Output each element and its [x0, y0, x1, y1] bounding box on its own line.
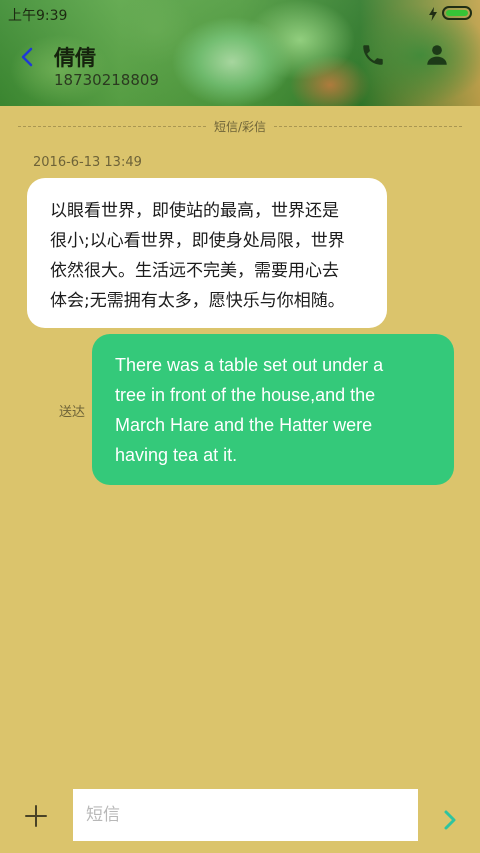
message-input[interactable]: [73, 789, 418, 841]
message-line: 体会;无需拥有太多，愿快乐与你相随。: [50, 291, 345, 311]
status-bar: 上午9:39: [0, 0, 480, 28]
person-icon: [427, 45, 447, 65]
thread-type-divider: 短信/彩信: [18, 116, 463, 136]
message-line: 依然很大。生活远不完美，需要用心去: [50, 261, 339, 281]
message-line: March Hare and the Hatter were: [115, 415, 373, 435]
contact-info-button[interactable]: [424, 42, 452, 70]
message-line: having tea at it.: [115, 445, 238, 465]
contact-name: 倩倩: [54, 46, 96, 70]
message-line: tree in front of the house,and the: [115, 385, 376, 405]
send-button[interactable]: [436, 804, 464, 836]
delivery-status: 送达: [59, 405, 86, 420]
back-button[interactable]: [10, 40, 44, 74]
divider-line-right: [274, 125, 463, 127]
divider-line-left: [18, 125, 206, 127]
outgoing-message-bubble[interactable]: There was a table set out under a tree i…: [92, 334, 454, 485]
incoming-message-bubble[interactable]: 以眼看世界，即使站的最高，世界还是 很小;以心看世界，即使身处局限，世界 依然很…: [27, 178, 387, 328]
status-time: 上午9:39: [8, 8, 68, 24]
message-line: 以眼看世界，即使站的最高，世界还是: [50, 201, 339, 221]
charging-bolt-icon: [428, 6, 438, 25]
contact-number: 18730218809: [54, 71, 159, 89]
add-attachment-button[interactable]: [22, 802, 50, 830]
thread-type-label: 短信/彩信: [213, 119, 267, 134]
message-timestamp: 2016-6-13 13:49: [33, 155, 142, 170]
chevron-left-icon: [21, 47, 33, 67]
call-button[interactable]: [360, 42, 388, 70]
plus-icon: [25, 805, 47, 827]
battery-level: [446, 10, 468, 16]
message-line: There was a table set out under a: [115, 355, 384, 375]
message-line: 很小;以心看世界，即使身处局限，世界: [50, 231, 345, 251]
chevron-right-icon: [444, 810, 456, 830]
header-banner: 上午9:39 倩倩 18730218809: [0, 0, 480, 106]
battery-icon: [442, 6, 472, 20]
phone-icon: [363, 45, 383, 65]
